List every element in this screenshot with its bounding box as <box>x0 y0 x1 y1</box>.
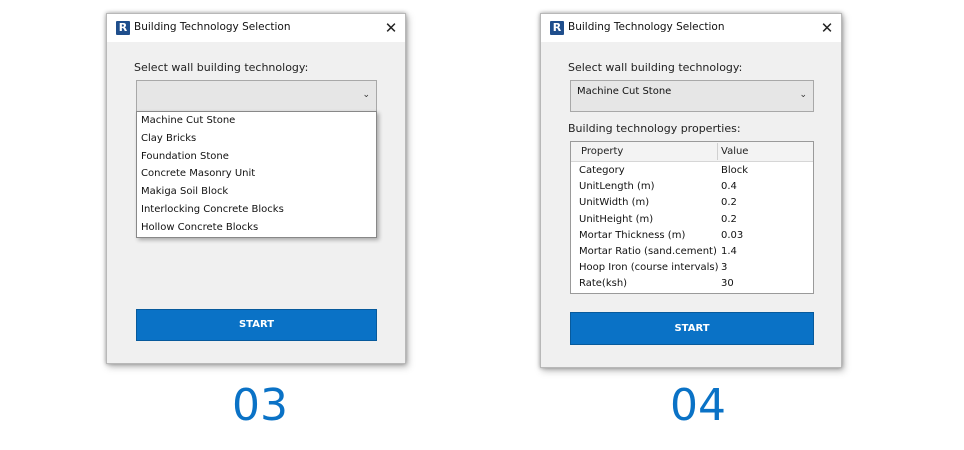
property-row[interactable]: UnitLength (m) 0.4 <box>571 179 813 195</box>
property-row[interactable]: Rate(ksh) 30 <box>571 276 813 292</box>
dropdown-option[interactable]: Hollow Concrete Blocks <box>137 219 376 237</box>
property-name: Rate(ksh) <box>579 278 628 290</box>
title-bar: R Building Technology Selection ✕ <box>541 14 841 42</box>
close-icon[interactable]: ✕ <box>813 14 841 42</box>
property-row[interactable]: Hoop Iron (course intervals) 3 <box>571 260 813 276</box>
property-name: Mortar Ratio (sand.cement) <box>579 246 717 257</box>
start-button[interactable]: START <box>570 312 814 345</box>
dropdown-option[interactable]: Machine Cut Stone <box>137 112 376 130</box>
start-button[interactable]: START <box>136 309 377 341</box>
property-value: 3 <box>721 262 728 274</box>
dropdown-option[interactable]: Makiga Soil Block <box>137 183 376 201</box>
property-value: 0.2 <box>721 197 737 209</box>
dropdown-option[interactable]: Foundation Stone <box>137 148 376 166</box>
grid-header: Property Value <box>571 142 813 162</box>
building-tech-dialog-04: R Building Technology Selection ✕ Select… <box>540 13 842 368</box>
revit-r-icon: R <box>550 21 564 35</box>
select-technology-label: Select wall building technology: <box>134 61 309 74</box>
dropdown-option[interactable]: Concrete Masonry Unit <box>137 165 376 183</box>
properties-grid: Property Value Category Block UnitLength (… <box>570 141 814 294</box>
combo-value: Machine Cut Stone <box>577 86 672 97</box>
property-name: UnitLength (m) <box>579 181 655 193</box>
dropdown-option[interactable]: Clay Bricks <box>137 130 376 148</box>
property-row[interactable]: Mortar Thickness (m) 0.03 <box>571 228 813 244</box>
close-icon[interactable]: ✕ <box>377 14 405 42</box>
header-property: Property <box>581 146 624 157</box>
revit-r-icon: R <box>116 21 130 35</box>
window-title: Building Technology Selection <box>568 21 725 33</box>
chevron-down-icon: ⌄ <box>799 90 807 100</box>
app-icon-letter: R <box>552 21 562 34</box>
step-number-03: 03 <box>232 380 288 431</box>
building-tech-dialog-03: R Building Technology Selection ✕ Select… <box>106 13 406 364</box>
property-value: 0.2 <box>721 213 737 225</box>
property-value: 0.4 <box>721 181 737 193</box>
property-row[interactable]: Mortar Ratio (sand.cement) 1.4 <box>571 244 813 260</box>
property-row[interactable]: UnitHeight (m) 0.2 <box>571 212 813 228</box>
header-divider <box>717 143 718 160</box>
step-number-04: 04 <box>670 380 726 431</box>
header-value: Value <box>721 146 749 157</box>
properties-label: Building technology properties: <box>568 122 741 135</box>
select-technology-label: Select wall building technology: <box>568 61 743 74</box>
title-bar: R Building Technology Selection ✕ <box>107 14 405 42</box>
property-name: UnitWidth (m) <box>579 197 650 209</box>
property-name: UnitHeight (m) <box>579 213 654 225</box>
technology-combobox[interactable]: ⌄ <box>136 80 377 112</box>
property-value: 30 <box>721 278 734 290</box>
chevron-down-icon: ⌄ <box>362 90 370 100</box>
dropdown-option[interactable]: Interlocking Concrete Blocks <box>137 201 376 219</box>
property-row[interactable]: UnitWidth (m) 0.2 <box>571 195 813 211</box>
technology-dropdown-list: Machine Cut Stone Clay Bricks Foundation S… <box>136 111 377 238</box>
property-row[interactable]: Category Block <box>571 163 813 179</box>
technology-combobox[interactable]: Machine Cut Stone ⌄ <box>570 80 814 112</box>
window-title: Building Technology Selection <box>134 21 291 33</box>
property-value: 0.03 <box>721 229 744 241</box>
property-value: Block <box>721 165 749 176</box>
property-name: Category <box>579 165 625 176</box>
app-icon-letter: R <box>118 21 128 34</box>
property-value: 1.4 <box>721 246 737 257</box>
property-name: Mortar Thickness (m) <box>579 229 686 241</box>
property-name: Hoop Iron (course intervals) <box>579 262 719 274</box>
